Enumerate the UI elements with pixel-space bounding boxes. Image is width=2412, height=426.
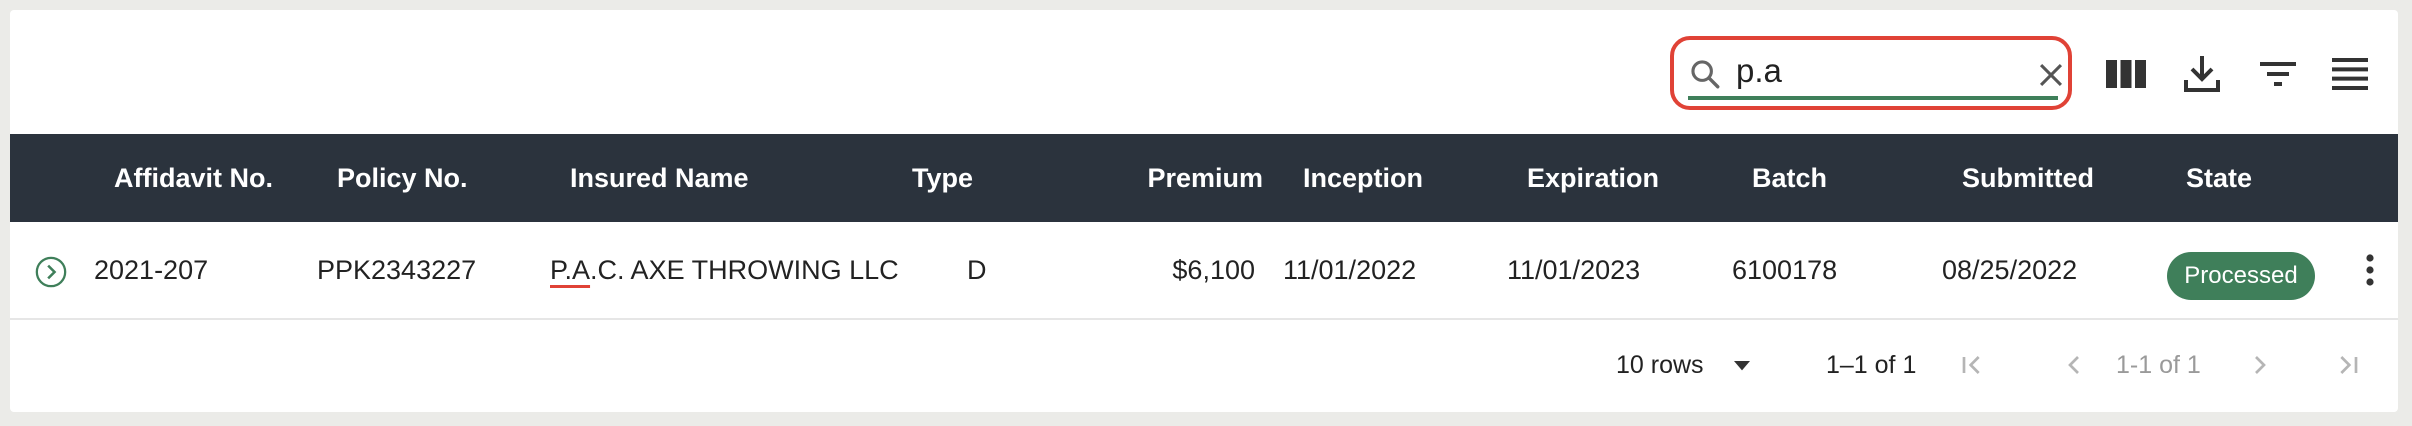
cell-type: D	[967, 255, 987, 285]
header-insured-name[interactable]: Insured Name	[570, 134, 749, 222]
cell-insured-name: P.A.C. AXE THROWING LLC	[550, 222, 899, 318]
page-info: 1-1 of 1	[2116, 351, 2201, 379]
pagination-range: 1–1 of 1	[1826, 351, 1917, 379]
cell-premium: $6,100	[1172, 255, 1255, 285]
header-inception[interactable]: Inception	[1303, 134, 1423, 222]
density-icon[interactable]	[2326, 50, 2374, 98]
close-icon[interactable]	[2034, 58, 2068, 92]
cell-inception: 11/01/2022	[1283, 255, 1417, 285]
first-page-icon[interactable]	[1956, 349, 1988, 381]
cell-expiration: 11/01/2023	[1507, 255, 1641, 285]
header-batch[interactable]: Batch	[1752, 134, 1827, 222]
rows-per-page-select[interactable]: 10 rows	[1616, 320, 1704, 410]
header-policy-no[interactable]: Policy No.	[337, 134, 468, 222]
last-page-icon[interactable]	[2332, 349, 2364, 381]
cell-affidavit-no: 2021-207	[94, 255, 209, 285]
chevron-down-icon[interactable]	[1726, 349, 1758, 381]
cell-policy-no: PPK2343227	[317, 255, 477, 285]
search-input[interactable]: p.a	[1736, 52, 1782, 90]
header-affidavit-no[interactable]: Affidavit No.	[114, 134, 273, 222]
filter-icon[interactable]	[2254, 50, 2302, 98]
header-premium[interactable]: Premium	[1110, 134, 1263, 222]
previous-page-icon[interactable]	[2058, 349, 2090, 381]
table-header: Affidavit No. Policy No. Insured Name Ty…	[10, 134, 2398, 222]
table-row[interactable]: 2021-207 PPK2343227 P.A.C. AXE THROWING …	[10, 222, 2398, 320]
status-badge: Processed	[2167, 252, 2315, 300]
header-submitted[interactable]: Submitted	[1962, 134, 2094, 222]
table-card: p.a Affidavit No. Policy No. Insured Nam…	[10, 10, 2398, 412]
header-expiration[interactable]: Expiration	[1527, 134, 1659, 222]
header-type[interactable]: Type	[912, 134, 973, 222]
download-icon[interactable]	[2178, 50, 2226, 98]
more-vert-icon[interactable]	[2360, 252, 2380, 288]
search-field[interactable]: p.a	[1670, 36, 2072, 110]
expand-row-icon[interactable]	[34, 255, 68, 289]
cell-insured-name-rest: .C. AXE THROWING LLC	[590, 255, 899, 285]
cell-batch: 6100178	[1732, 255, 1838, 285]
search-icon	[1691, 60, 1720, 89]
search-underline	[1688, 96, 2058, 100]
header-state[interactable]: State	[2186, 134, 2252, 222]
pagination-bar: 10 rows 1–1 of 1 1-1 of 1	[10, 320, 2398, 410]
columns-icon[interactable]	[2102, 50, 2150, 98]
cell-submitted: 08/25/2022	[1942, 255, 2078, 285]
next-page-icon[interactable]	[2244, 349, 2276, 381]
search-match-highlight: P.A	[550, 255, 591, 285]
